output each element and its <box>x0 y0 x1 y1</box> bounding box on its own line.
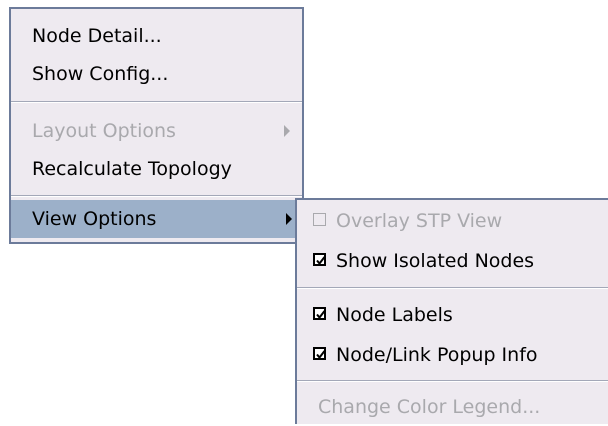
menu-separator <box>11 101 302 103</box>
menu-item-recalculate-topology[interactable]: Recalculate Topology <box>11 150 302 188</box>
checkbox-unchecked-icon <box>313 213 326 226</box>
menu-separator <box>11 195 302 197</box>
view-options-submenu: Overlay STP View Show Isolated Nodes Nod… <box>295 198 608 424</box>
menu-separator <box>297 380 608 382</box>
menu-item-label: Show Config... <box>32 63 169 85</box>
submenu-arrow-icon <box>286 213 292 225</box>
checkbox-checked-icon <box>313 347 326 360</box>
menu-item-overlay-stp-view[interactable]: Overlay STP View <box>297 202 608 240</box>
menu-item-node-labels[interactable]: Node Labels <box>297 296 608 334</box>
menu-item-label: Node/Link Popup Info <box>336 344 538 366</box>
menu-separator <box>297 287 608 289</box>
checkbox-checked-icon <box>313 307 326 320</box>
context-menu: Node Detail... Show Config... Layout Opt… <box>9 7 304 244</box>
menu-item-label: Overlay STP View <box>336 210 503 232</box>
menu-item-label: Node Detail... <box>32 25 162 47</box>
menu-item-change-color-legend[interactable]: Change Color Legend... <box>297 388 608 426</box>
menu-item-label: Layout Options <box>32 120 176 142</box>
menu-item-view-options[interactable]: View Options <box>11 200 302 238</box>
menu-item-label: View Options <box>32 208 157 230</box>
menu-item-show-isolated-nodes[interactable]: Show Isolated Nodes <box>297 242 608 280</box>
menu-item-node-detail[interactable]: Node Detail... <box>11 17 302 55</box>
menu-item-label: Node Labels <box>336 304 453 326</box>
menu-item-label: Recalculate Topology <box>32 158 232 180</box>
menu-item-show-config[interactable]: Show Config... <box>11 55 302 93</box>
menu-item-layout-options[interactable]: Layout Options <box>11 112 302 150</box>
checkbox-checked-icon <box>313 253 326 266</box>
menu-item-label: Change Color Legend... <box>318 396 541 418</box>
menu-item-node-link-popup-info[interactable]: Node/Link Popup Info <box>297 336 608 374</box>
submenu-arrow-icon <box>284 125 290 137</box>
menu-item-label: Show Isolated Nodes <box>336 250 535 272</box>
